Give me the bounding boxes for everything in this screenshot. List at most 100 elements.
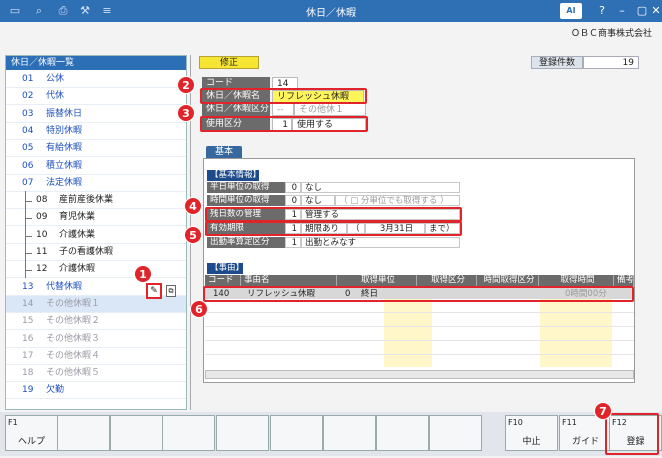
- list-item[interactable]: 06 積立休暇: [6, 158, 186, 175]
- minimize-icon[interactable]: –: [614, 3, 630, 19]
- list-item[interactable]: 01 公休: [6, 71, 186, 88]
- h-scrollbar[interactable]: [205, 370, 634, 379]
- list-item-number: 17: [22, 350, 34, 361]
- list-item[interactable]: 18 その他休暇５: [6, 365, 186, 383]
- list-item-name: 代休: [46, 91, 65, 102]
- reasons-section-title: 【事由】: [207, 263, 244, 274]
- col-class: 取得区分: [417, 275, 477, 286]
- list-item-name: その他休暇１: [46, 298, 101, 309]
- badge-5: 5: [184, 226, 202, 244]
- list-item-number: 08: [36, 195, 48, 206]
- reg-count-value: 19: [583, 56, 639, 69]
- list-item[interactable]: 02 代休: [6, 88, 186, 106]
- list-item-name: 特別休暇: [46, 125, 83, 136]
- col-reason-name: 事由名: [241, 275, 337, 286]
- list-item-name: 介護休暇: [59, 264, 96, 275]
- list-item[interactable]: 10 介護休業: [6, 225, 186, 244]
- list-item[interactable]: 12 介護休暇: [6, 260, 186, 279]
- fkey-button-7[interactable]: [323, 415, 376, 451]
- list-item[interactable]: 04 特別休暇: [6, 123, 186, 140]
- list-item-number: 14: [22, 298, 34, 309]
- basic-section-title: 【基本情報】: [207, 170, 261, 181]
- fkey-button-9[interactable]: [429, 415, 482, 451]
- help-icon[interactable]: ?: [594, 3, 610, 19]
- list-item-number: 12: [36, 264, 48, 275]
- edit-pencil-icon[interactable]: ✎: [146, 283, 162, 299]
- list-item[interactable]: 07 法定休暇: [6, 175, 186, 192]
- highlight-reason-row: [203, 286, 634, 302]
- badge-6: 6: [190, 300, 208, 318]
- list-item-name: 有給休暇: [46, 143, 83, 154]
- list-item-number: 02: [22, 91, 34, 102]
- col-unit: 取得単位: [337, 275, 417, 286]
- col-time-class: 時間取得区分: [477, 275, 539, 286]
- list-item[interactable]: 08 産前産後休業: [6, 191, 186, 210]
- col-time: 取得時間: [539, 275, 614, 286]
- list-item-name: 産前産後休業: [59, 195, 114, 206]
- highlight-expiry: [205, 221, 462, 236]
- list-item-name: 欠勤: [46, 385, 65, 396]
- list-item-name: その他休暇３: [46, 333, 101, 344]
- hourly-value: なし: [301, 195, 335, 206]
- highlight-name: [200, 88, 367, 104]
- list-item[interactable]: 15 その他休暇２: [6, 313, 186, 331]
- list-item[interactable]: 17 その他休暇４: [6, 348, 186, 365]
- col-code: コード: [205, 275, 241, 286]
- class-label: 休日／休暇区分: [202, 103, 270, 116]
- list-item-number: 13: [22, 281, 34, 292]
- reg-count-label: 登録件数: [531, 56, 583, 69]
- col-remarks: 備考: [614, 275, 634, 286]
- fkey-number: F10: [508, 418, 523, 427]
- fkey-button-2[interactable]: [57, 415, 110, 451]
- hourly-label: 時間単位の取得: [207, 195, 285, 206]
- list-item-name: 公休: [46, 74, 65, 84]
- highlight-use: [200, 116, 368, 132]
- fkey-button-5[interactable]: [216, 415, 269, 451]
- list-item[interactable]: 05 有給休暇: [6, 140, 186, 158]
- list-item-number: 11: [36, 247, 48, 257]
- list-item-name: 法定休暇: [46, 177, 83, 188]
- list-item[interactable]: 03 振替休日: [6, 106, 186, 123]
- list-item-name: 積立休暇: [46, 160, 83, 171]
- fkey-button-1[interactable]: F1 ヘルプ: [5, 415, 58, 451]
- fkey-number: F1: [8, 418, 18, 427]
- list-item-number: 05: [22, 143, 34, 154]
- fkey-button-6[interactable]: [270, 415, 323, 451]
- class-code: --: [272, 103, 294, 116]
- fkey-button-10[interactable]: F10 中止: [505, 415, 558, 451]
- list-item-number: 07: [22, 177, 34, 188]
- list-item-number: 06: [22, 160, 34, 171]
- fkey-button-4[interactable]: [162, 415, 215, 451]
- copy-icon[interactable]: ⧉: [166, 285, 176, 297]
- badge-1: 1: [134, 265, 152, 283]
- logo-icon: AI: [560, 3, 582, 19]
- close-icon[interactable]: ✕: [650, 3, 662, 19]
- holiday-list: 休日／休暇一覧 01 公休 02 代休 03 振替休日 04 特別休暇 05 有給休暇 06 積立休暇…: [5, 55, 187, 410]
- list-item-name: 振替休日: [46, 108, 83, 119]
- badge-2: 2: [177, 76, 195, 94]
- company-name: ＯＢＣ商事株式会社: [570, 29, 652, 39]
- hourly-code[interactable]: 0: [285, 195, 301, 206]
- list-item[interactable]: 11 子の看護休暇: [6, 243, 186, 261]
- attendance-label: 出勤率算定区分: [207, 237, 285, 248]
- list-item[interactable]: 19 欠勤: [6, 382, 186, 400]
- list-item-number: 16: [22, 333, 34, 344]
- holiday-list-header: 休日／休暇一覧: [6, 56, 186, 70]
- class-name: その他休１: [294, 103, 366, 116]
- fkey-button-8[interactable]: [376, 415, 429, 451]
- title-bar: ▭ ⌕ ⎙ ⚒ ≡ 休日／休暇 AI ? – ▢ ✕: [0, 0, 662, 22]
- list-item-number: 15: [22, 316, 34, 327]
- list-item-number: 03: [22, 108, 34, 119]
- half-day-label: 半日単位の取得: [207, 182, 285, 193]
- list-item-name: その他休暇４: [46, 350, 101, 361]
- minute-unit-checkbox[interactable]: （ □ 分単位でも取得する ）: [335, 195, 460, 206]
- half-day-code[interactable]: 0: [285, 182, 301, 193]
- list-item[interactable]: 09 育児休業: [6, 208, 186, 227]
- tab-basic[interactable]: 基本: [206, 146, 242, 158]
- fkey-button-3[interactable]: [110, 415, 163, 451]
- list-item-number: 18: [22, 368, 34, 379]
- attendance-value: 出勤とみなす: [301, 237, 460, 248]
- attendance-code[interactable]: 1: [285, 237, 301, 248]
- maximize-icon[interactable]: ▢: [634, 3, 650, 19]
- list-item[interactable]: 16 その他休暇３: [6, 331, 186, 348]
